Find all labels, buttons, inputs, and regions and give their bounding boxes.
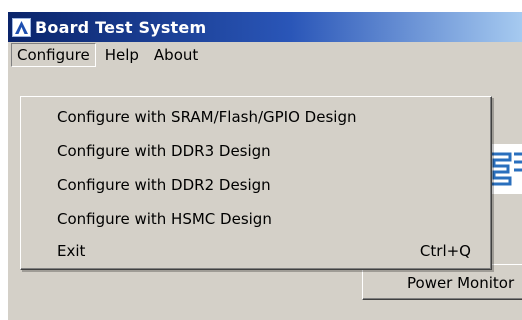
menu-item-label: Configure with SRAM/Flash/GPIO Design — [57, 108, 357, 126]
app-window: Board Test System Configure Help About P… — [8, 12, 522, 320]
menu-bar: Configure Help About — [8, 42, 522, 68]
menu-configure[interactable]: Configure — [11, 43, 96, 67]
menu-item-shortcut: Ctrl+Q — [419, 242, 471, 260]
menu-about[interactable]: About — [148, 43, 204, 67]
configure-menu-dropdown: Configure with SRAM/Flash/GPIO Design Co… — [20, 96, 492, 270]
menu-help[interactable]: Help — [99, 43, 145, 67]
menu-item-label: Configure with HSMC Design — [57, 210, 272, 228]
menu-item-ddr2[interactable]: Configure with DDR2 Design — [23, 169, 489, 201]
window-title: Board Test System — [35, 17, 207, 37]
altera-logo-icon — [12, 17, 31, 37]
menu-item-label: Configure with DDR3 Design — [57, 142, 271, 160]
menu-item-sram-flash-gpio[interactable]: Configure with SRAM/Flash/GPIO Design — [23, 101, 489, 133]
menu-item-label: Configure with DDR2 Design — [57, 176, 271, 194]
title-bar[interactable]: Board Test System — [8, 12, 522, 42]
menu-item-exit[interactable]: Exit Ctrl+Q — [23, 235, 489, 267]
menu-item-label: Exit — [57, 242, 86, 260]
menu-item-ddr3[interactable]: Configure with DDR3 Design — [23, 135, 489, 167]
menu-item-hsmc[interactable]: Configure with HSMC Design — [23, 203, 489, 235]
